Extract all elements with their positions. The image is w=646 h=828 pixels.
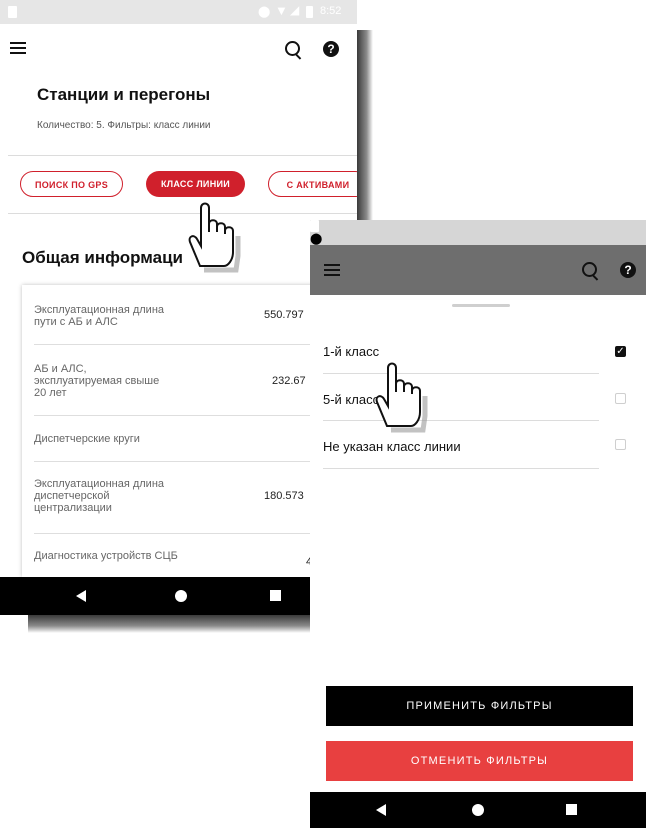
back-icon[interactable] <box>76 590 86 602</box>
help-icon[interactable]: ? <box>323 41 339 57</box>
info-card: Эксплуатационная длина пути с АБ и АЛС 5… <box>22 285 357 577</box>
info-row-label: Диагностика устройств СЦБ <box>34 550 178 562</box>
status-bar: ⬤ ▼ ◢ 8:52 <box>0 0 357 24</box>
recents-icon[interactable] <box>566 804 577 815</box>
help-icon[interactable]: ? <box>620 262 636 278</box>
option-divider <box>323 420 599 421</box>
option-divider <box>323 373 599 374</box>
checkbox[interactable] <box>615 393 626 404</box>
battery-icon <box>306 6 313 18</box>
sim-icon <box>8 6 17 18</box>
filter-option-label[interactable]: Не указан класс линии <box>323 439 461 454</box>
count-subtitle: Количество: 5. Фильтры: класс линии <box>37 120 211 131</box>
info-row-label: Эксплуатационная длина диспетчерской цен… <box>34 478 165 514</box>
status-time: 8:52 <box>320 5 342 17</box>
info-row-label: Эксплуатационная длина пути с АБ и АЛС <box>34 304 165 328</box>
phone-screen-stations: ⬤ ▼ ◢ 8:52 ? Станции и перегоны Количест… <box>0 0 357 615</box>
search-icon[interactable] <box>285 41 300 56</box>
back-icon[interactable] <box>376 804 386 816</box>
filter-option-label[interactable]: 1-й класс <box>323 344 379 359</box>
recents-icon[interactable] <box>270 590 281 601</box>
row-divider <box>34 415 312 416</box>
hand-pointer-icon <box>375 362 428 433</box>
location-icon: ⬤ <box>310 233 323 245</box>
chip-with-assets[interactable]: С АКТИВАМИ <box>268 171 357 197</box>
signal-icon: ◢ <box>290 3 300 17</box>
home-icon[interactable] <box>472 804 484 816</box>
chip-line-class[interactable]: КЛАСС ЛИНИИ <box>146 171 245 197</box>
home-icon[interactable] <box>175 590 187 602</box>
system-nav-bar <box>310 792 646 828</box>
checkbox[interactable] <box>615 439 626 450</box>
info-row-value: 232.67 <box>272 375 306 387</box>
location-icon: ⬤ <box>258 6 271 18</box>
wifi-icon: ▼ <box>275 3 288 18</box>
app-bar-dimmed: ? <box>310 245 646 295</box>
info-row-value: 550.797 <box>264 309 304 321</box>
row-divider <box>34 344 312 345</box>
hand-pointer-icon <box>188 202 241 273</box>
row-divider <box>34 533 312 534</box>
option-divider <box>323 468 599 469</box>
sim-icon <box>310 220 319 232</box>
status-bar: ⬤ ▼ ◢ 8:52 <box>310 220 646 298</box>
sheet-drag-handle[interactable] <box>452 304 510 307</box>
info-row-label: Диспетчерские круги <box>34 433 140 445</box>
checkbox-checked[interactable]: ✓ <box>615 346 626 357</box>
chip-gps-search[interactable]: ПОИСК ПО GPS <box>20 171 123 197</box>
info-row-label: АБ и АЛС, эксплуатируемая свыше 20 лет <box>34 363 160 399</box>
system-nav-bar <box>0 577 357 615</box>
info-row-value: 180.573 <box>264 490 304 502</box>
menu-icon[interactable] <box>324 264 340 276</box>
divider <box>8 155 357 156</box>
phone-screen-filters: ⬤ ▼ ◢ 8:52 ? 1-й класс ✓ 5-й класс Не ук… <box>310 220 646 828</box>
page-title: Станции и перегоны <box>37 85 211 104</box>
menu-icon[interactable] <box>10 42 26 54</box>
apply-filters-button[interactable]: ПРИМЕНИТЬ ФИЛЬТРЫ <box>326 686 633 726</box>
row-divider <box>34 461 312 462</box>
cancel-filters-button[interactable]: ОТМЕНИТЬ ФИЛЬТРЫ <box>326 741 633 781</box>
search-icon[interactable] <box>582 262 597 277</box>
app-bar: ? <box>0 24 357 74</box>
